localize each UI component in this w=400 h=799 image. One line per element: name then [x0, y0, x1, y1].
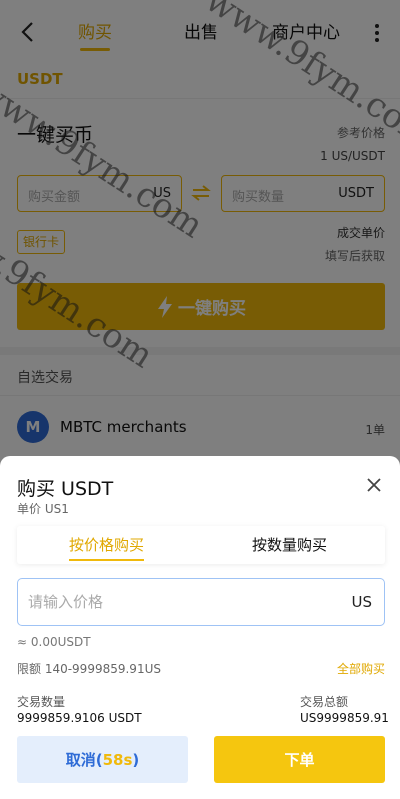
price-unit: US — [351, 593, 372, 611]
sheet-title: 购买 USDT — [17, 478, 114, 500]
tab-buy-by-price[interactable]: 按价格购买 — [69, 534, 145, 561]
trade-quantity-value: 9999859.9106 USDT — [17, 711, 142, 725]
price-input[interactable] — [28, 591, 328, 613]
cancel-button[interactable]: 取消(58s) — [17, 736, 188, 783]
limit-range: 限额 140-9999859.91US — [17, 662, 161, 676]
trade-quantity-label: 交易数量 — [17, 695, 66, 709]
trade-total-value: US9999859.91 — [300, 711, 389, 725]
unit-price: 单价 US1 — [17, 502, 69, 516]
tab-buy-by-quantity[interactable]: 按数量购买 — [252, 534, 327, 555]
buy-mode-tabs: 按价格购买 按数量购买 — [17, 526, 385, 564]
buy-sheet: 购买 USDT 单价 US1 按价格购买 按数量购买 US ≈ 0.00USDT… — [0, 456, 400, 799]
close-icon[interactable] — [365, 476, 383, 494]
countdown: 58s — [102, 750, 133, 769]
approx-usdt: ≈ 0.00USDT — [17, 635, 91, 649]
cancel-label: 取消( — [65, 751, 103, 769]
buy-all-link[interactable]: 全部购买 — [337, 660, 385, 677]
price-field[interactable]: US — [17, 578, 385, 626]
place-order-button[interactable]: 下单 — [214, 736, 385, 783]
cancel-suffix: ) — [132, 750, 140, 769]
trade-total-label: 交易总额 — [300, 695, 349, 709]
